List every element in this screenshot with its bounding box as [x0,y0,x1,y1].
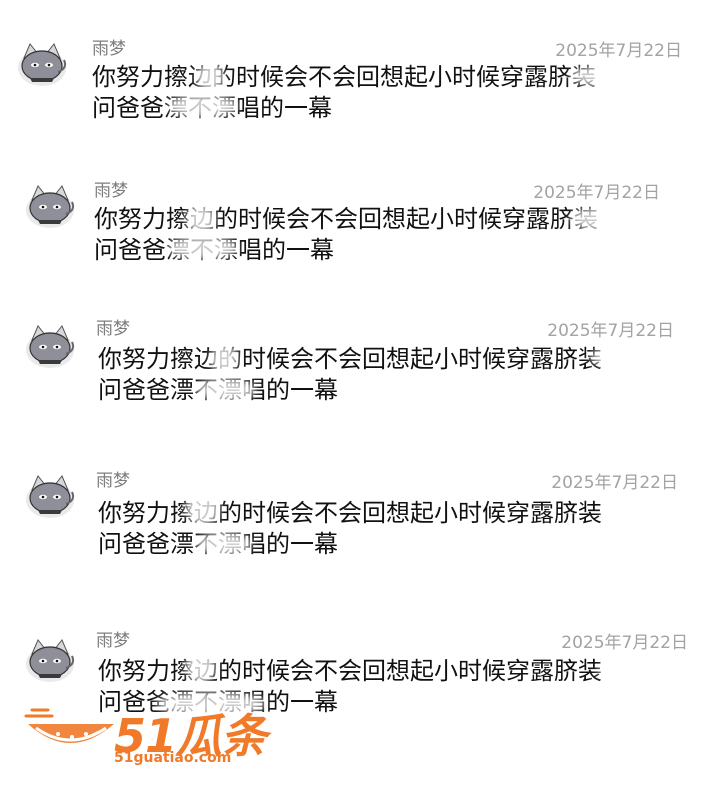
comment-item: 雨梦 2025年7月22日 你努力擦边的时候会不会回想起小时候穿露脐装 问爸爸漂… [0,28,716,148]
comment-date: 2025年7月22日 [533,183,660,203]
blur-smudge [186,490,220,526]
comment-username[interactable]: 雨梦 [96,466,130,491]
comment-text-line: 问爸爸漂不漂唱的一幕 [98,375,698,406]
watermelon-slice-icon [24,708,114,743]
user-avatar-icon[interactable] [22,470,78,522]
blur-smudge [570,206,650,232]
comment-text-line: 问爸爸漂不漂唱的一幕 [98,529,698,560]
blur-smudge [196,532,252,556]
comment-username[interactable]: 雨梦 [96,626,130,651]
blur-smudge [570,64,660,88]
user-avatar-icon[interactable] [22,180,78,232]
comment-item: 雨梦 2025年7月22日 你努力擦边的时候会不会回想起小时候穿露脐装 问爸爸漂… [0,308,716,428]
comment-username[interactable]: 雨梦 [94,176,128,201]
blur-smudge [168,94,238,118]
site-watermark: 51瓜条 51guatiao.com [22,700,267,780]
comment-date: 2025年7月22日 [551,473,678,493]
comment-username[interactable]: 雨梦 [96,314,130,339]
watermark-domain: 51guatiao.com [114,750,232,766]
comment-date: 2025年7月22日 [561,633,688,653]
user-avatar-icon[interactable] [14,38,70,90]
blur-smudge [196,378,256,402]
blur-smudge [186,648,216,684]
user-avatar-icon[interactable] [22,320,78,372]
blur-smudge [196,62,224,92]
blur-smudge [598,658,684,684]
comment-item: 雨梦 2025年7月22日 你努力擦边的时候会不会回想起小时候穿露脐装 问爸爸漂… [0,170,716,290]
blur-smudge [210,344,238,374]
blur-smudge [186,204,216,234]
comment-item: 雨梦 2025年7月22日 你努力擦边的时候会不会回想起小时候穿露脐装 问爸爸漂… [0,460,716,580]
comment-username[interactable]: 雨梦 [92,34,126,59]
blur-smudge [590,344,680,370]
comment-date: 2025年7月22日 [555,41,682,61]
blur-smudge [168,236,238,260]
comment-date: 2025年7月22日 [547,321,674,341]
blur-smudge [602,500,682,526]
user-avatar-icon[interactable] [22,634,78,686]
